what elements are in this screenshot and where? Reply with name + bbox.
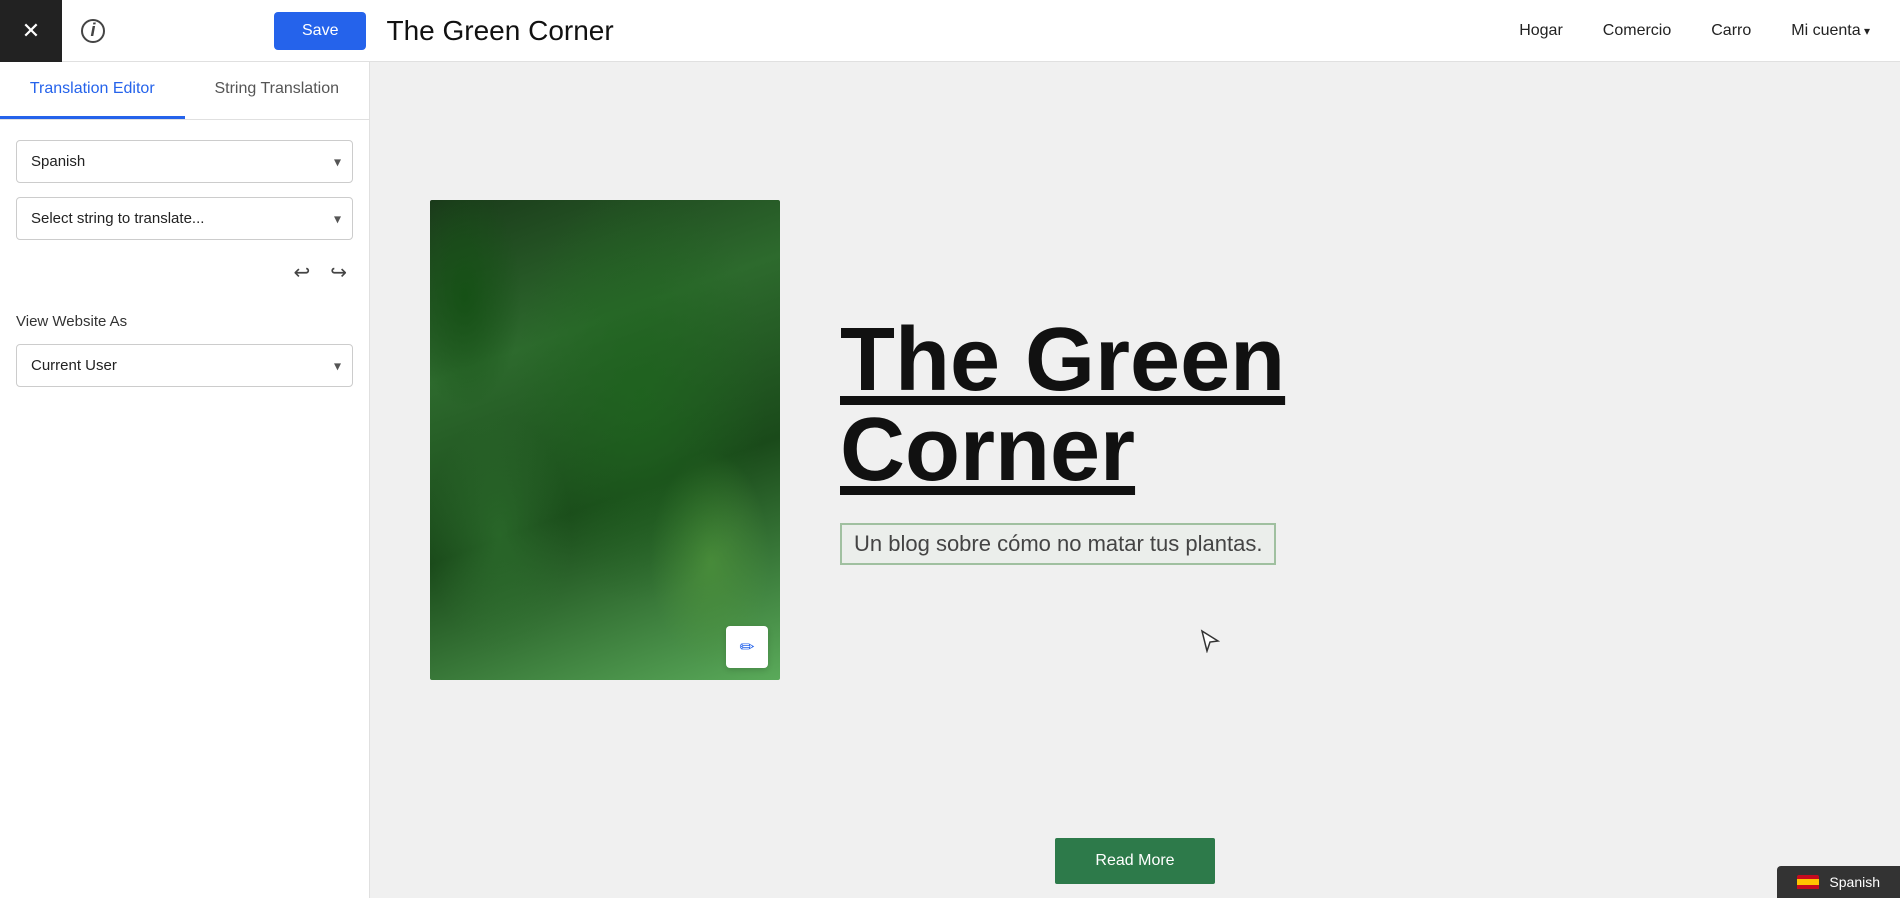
save-button[interactable]: Save (274, 12, 366, 50)
close-button[interactable]: ✕ (0, 0, 62, 62)
hero-title: The Green Corner (840, 315, 1860, 495)
hero-subtitle: Un blog sobre cómo no matar tus plantas. (840, 523, 1276, 565)
language-select[interactable]: Spanish French German Italian (16, 140, 353, 183)
read-more-button[interactable]: Read More (1055, 838, 1214, 884)
site-title: The Green Corner (386, 15, 1519, 47)
view-as-label: View Website As (16, 313, 353, 330)
language-select-wrapper: Spanish French German Italian ▾ (16, 140, 353, 183)
nav-carro[interactable]: Carro (1711, 22, 1751, 40)
preview-area: ✏ The Green Corner Un blog sobre cómo no… (370, 62, 1900, 898)
hero-title-line1: The Green (840, 310, 1285, 410)
nav-hogar[interactable]: Hogar (1519, 22, 1563, 40)
hero-title-line2: Corner (840, 400, 1135, 500)
string-select[interactable]: Select string to translate... (16, 197, 353, 240)
main-layout: Translation Editor String Translation Sp… (0, 62, 1900, 898)
sidebar-content: Spanish French German Italian ▾ Select s… (0, 120, 369, 407)
top-bar: ✕ i Save The Green Corner Hogar Comercio… (0, 0, 1900, 62)
redo-button[interactable]: ↪ (324, 256, 353, 289)
view-as-select[interactable]: Current User Guest Admin (16, 344, 353, 387)
bottom-content: Read More (370, 818, 1900, 898)
nav-links: Hogar Comercio Carro Mi cuenta (1519, 22, 1870, 40)
nav-comercio[interactable]: Comercio (1603, 22, 1671, 40)
nav-mi-cuenta[interactable]: Mi cuenta (1791, 22, 1870, 40)
tab-translation-editor[interactable]: Translation Editor (0, 62, 185, 119)
tab-string-translation[interactable]: String Translation (185, 62, 370, 119)
preview-inner: ✏ The Green Corner Un blog sobre cómo no… (370, 62, 1900, 898)
info-icon: i (81, 19, 105, 43)
info-button[interactable]: i (62, 0, 124, 62)
bottom-language-bar[interactable]: Spanish (1777, 866, 1900, 898)
pencil-icon: ✏ (739, 637, 754, 658)
edit-button[interactable]: ✏ (726, 626, 768, 668)
spain-flag-icon (1797, 875, 1819, 890)
hero-text: The Green Corner Un blog sobre cómo no m… (840, 315, 1860, 565)
language-label: Spanish (1829, 874, 1880, 890)
string-select-wrapper: Select string to translate... ▾ (16, 197, 353, 240)
hero-section: ✏ The Green Corner Un blog sobre cómo no… (370, 62, 1900, 818)
sidebar-tabs: Translation Editor String Translation (0, 62, 369, 120)
view-as-select-wrapper: Current User Guest Admin ▾ (16, 344, 353, 387)
undo-redo-toolbar: ↩ ↪ (16, 256, 353, 289)
sidebar: Translation Editor String Translation Sp… (0, 62, 370, 898)
close-icon: ✕ (22, 18, 40, 44)
undo-button[interactable]: ↩ (287, 256, 316, 289)
hero-image: ✏ (430, 200, 780, 680)
